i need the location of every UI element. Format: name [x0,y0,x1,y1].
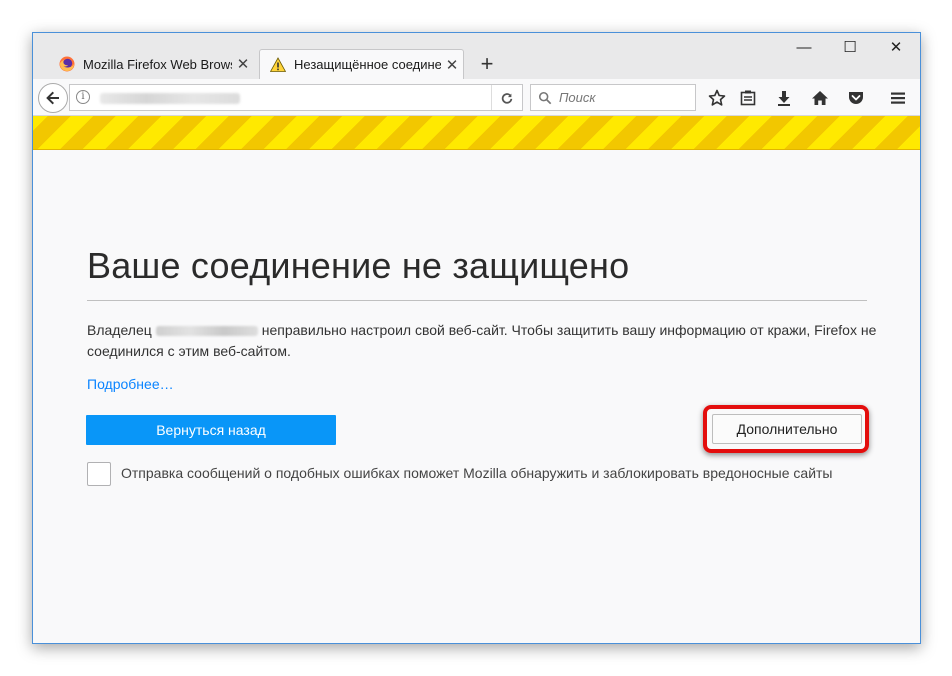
reload-icon [501,92,513,104]
page-title: Ваше соединение не защищено [87,245,630,286]
firefox-icon [59,56,75,72]
advanced-button[interactable]: Дополнительно [712,414,862,444]
search-input[interactable] [557,89,691,106]
error-page: Ваше соединение не защищено Владелец непр… [33,150,920,643]
learn-more-link[interactable]: Подробнее… [87,376,174,392]
redacted-domain [155,326,258,337]
blurred-url [100,93,240,104]
reading-list-icon[interactable] [737,87,759,109]
new-tab-icon[interactable]: + [473,51,501,77]
maximize-icon[interactable]: ☐ [827,37,873,59]
menu-icon[interactable] [887,87,909,109]
minimize-icon[interactable]: — [781,37,827,59]
nav-toolbar: i [33,79,920,116]
downloads-icon[interactable] [773,87,795,109]
tab-strip: Mozilla Firefox Web Brows... ✕ Незащищён… [33,33,920,79]
go-back-button[interactable]: Вернуться назад [86,415,336,445]
url-bar[interactable]: i [69,84,523,111]
description-start: Владелец [87,322,152,338]
title-divider [87,300,867,301]
tab-insecure-connection[interactable]: Незащищённое соедине... ✕ [259,49,464,79]
back-button[interactable] [38,83,68,113]
reload-button[interactable] [491,85,522,110]
report-errors-checkbox[interactable] [87,462,111,486]
home-icon[interactable] [809,87,831,109]
tab-title: Незащищённое соедине... [294,57,441,72]
error-description: Владелец неправильно настроил свой веб-са… [87,320,877,362]
tab-title: Mozilla Firefox Web Brows... [83,56,232,72]
window-close-icon[interactable]: ✕ [873,37,919,59]
browser-window: Mozilla Firefox Web Brows... ✕ Незащищён… [32,32,921,644]
back-arrow-icon [46,91,59,105]
warning-stripe [33,116,920,150]
tab-close-icon[interactable]: ✕ [441,56,463,74]
warning-icon [270,56,286,72]
bookmark-star-icon[interactable] [706,87,728,109]
report-errors-label: Отправка сообщений о подобных ошибках по… [121,465,833,481]
search-icon [538,91,552,104]
search-bar[interactable] [530,84,696,111]
tab-close-icon[interactable]: ✕ [232,55,254,73]
site-info-icon[interactable]: i [76,90,90,104]
tab-firefox[interactable]: Mozilla Firefox Web Brows... ✕ [49,49,254,79]
pocket-icon[interactable] [845,87,867,109]
